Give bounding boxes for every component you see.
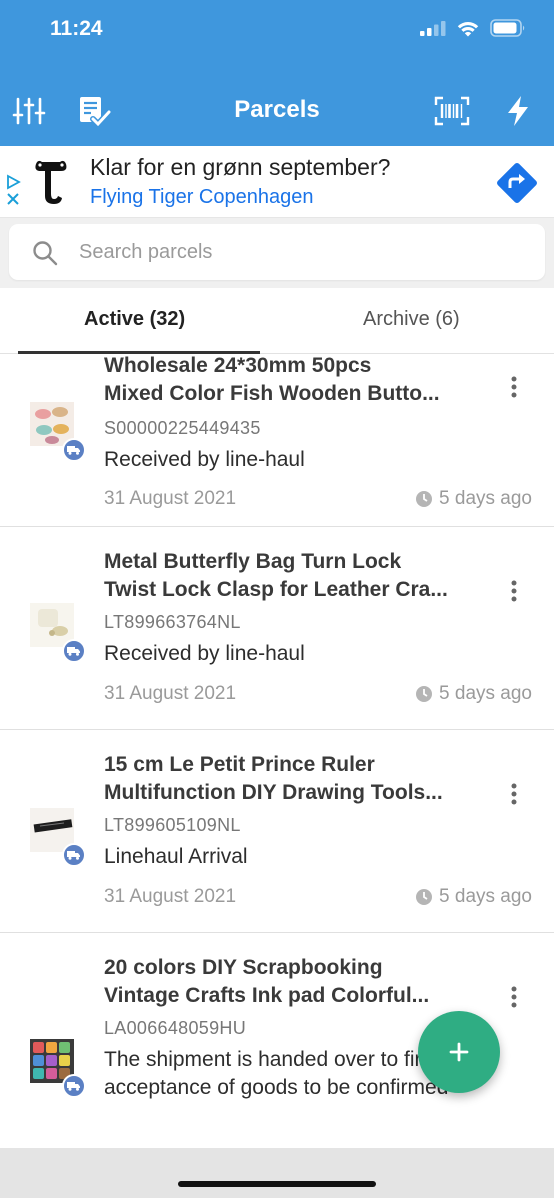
ad-play-icon[interactable] xyxy=(5,174,21,190)
parcel-status: Received by line-haul xyxy=(104,448,305,471)
parcel-date: 31 August 2021 xyxy=(104,886,237,907)
truck-status-icon xyxy=(62,1074,86,1098)
clock-icon xyxy=(416,491,433,507)
parcel-status: Linehaul Arrival xyxy=(104,845,248,868)
parcel-date: 31 August 2021 xyxy=(104,683,237,704)
barcode-scan-icon[interactable] xyxy=(434,93,470,129)
parcel-title-line2: Vintage Crafts Ink pad Colorful... xyxy=(104,984,430,1007)
parcel-title-line2: Multifunction DIY Drawing Tools... xyxy=(104,781,443,804)
truck-status-icon xyxy=(62,639,86,663)
ad-headline[interactable]: Klar for en grønn september? xyxy=(90,154,390,181)
directions-icon[interactable] xyxy=(492,158,542,208)
tab-archive[interactable]: Archive (6) xyxy=(363,308,460,331)
parcel-updated: 5 days ago xyxy=(415,488,532,510)
parcel-ago: 5 days ago xyxy=(439,683,532,704)
parcel-date: 31 August 2021 xyxy=(104,488,237,509)
search-box[interactable] xyxy=(9,224,545,280)
lightning-icon[interactable] xyxy=(500,93,536,129)
clock-icon xyxy=(416,889,433,905)
status-icons xyxy=(420,19,526,37)
more-options-icon[interactable] xyxy=(504,372,524,402)
parcel-updated: 5 days ago xyxy=(415,683,532,705)
tab-active[interactable]: Active (32) xyxy=(84,308,185,331)
search-icon xyxy=(31,239,59,267)
home-indicator[interactable] xyxy=(178,1181,376,1187)
parcel-status: Received by line-haul xyxy=(104,642,305,665)
advertiser-logo xyxy=(28,156,76,208)
parcel-item[interactable]: Wholesale 24*30mm 50pcs Mixed Color Fish… xyxy=(0,354,554,527)
ad-choices[interactable] xyxy=(3,174,23,207)
ad-banner[interactable]: Klar for en grønn september? Flying Tige… xyxy=(0,146,554,218)
tracking-number: LT899663764NL xyxy=(104,612,241,632)
parcel-updated: 5 days ago xyxy=(415,886,532,908)
status-time: 11:24 xyxy=(50,17,103,40)
ad-close-icon[interactable] xyxy=(5,191,21,207)
parcel-title-line2: Twist Lock Clasp for Leather Cra... xyxy=(104,578,448,601)
parcel-title-line1: Wholesale 24*30mm 50pcs xyxy=(104,354,372,377)
tracking-number: S00000225449435 xyxy=(104,418,261,438)
clock-icon xyxy=(416,686,433,702)
home-indicator-area xyxy=(0,1148,554,1198)
more-options-icon[interactable] xyxy=(504,982,524,1012)
app-header: 11:24 Parcels xyxy=(0,0,554,146)
wifi-icon xyxy=(457,22,479,37)
search-bar xyxy=(0,218,554,288)
parcel-ago: 5 days ago xyxy=(439,886,532,907)
parcel-ago: 5 days ago xyxy=(439,488,532,509)
tab-bar: Active (32) Archive (6) xyxy=(0,288,554,354)
parcel-title-line1: 20 colors DIY Scrapbooking xyxy=(104,956,383,979)
plus-icon xyxy=(449,1042,469,1062)
parcel-title: 20 colors DIY Scrapbooking Vintage Craft… xyxy=(104,954,492,1010)
parcel-title: Wholesale 24*30mm 50pcs Mixed Color Fish… xyxy=(104,354,492,408)
parcel-title-line1: Metal Butterfly Bag Turn Lock xyxy=(104,550,402,573)
page-title: Parcels xyxy=(234,96,320,123)
tracking-number: LT899605109NL xyxy=(104,815,241,835)
parcel-title-line2: Mixed Color Fish Wooden Butto... xyxy=(104,382,440,405)
parcel-item[interactable]: 15 cm Le Petit Prince Ruler Multifunctio… xyxy=(0,730,554,933)
parcel-title: Metal Butterfly Bag Turn Lock Twist Lock… xyxy=(104,548,492,604)
tracking-number: LA006648059HU xyxy=(104,1018,247,1038)
parcel-item[interactable]: Metal Butterfly Bag Turn Lock Twist Lock… xyxy=(0,527,554,730)
truck-status-icon xyxy=(62,438,86,462)
battery-icon xyxy=(490,19,525,37)
parcel-title-line1: 15 cm Le Petit Prince Ruler xyxy=(104,753,375,776)
more-options-icon[interactable] xyxy=(504,779,524,809)
signal-icon xyxy=(420,21,446,36)
ad-advertiser[interactable]: Flying Tiger Copenhagen xyxy=(90,186,313,209)
truck-status-icon xyxy=(62,843,86,867)
parcel-title: 15 cm Le Petit Prince Ruler Multifunctio… xyxy=(104,751,492,807)
more-options-icon[interactable] xyxy=(504,576,524,606)
search-input[interactable] xyxy=(79,234,519,270)
add-parcel-button[interactable] xyxy=(418,1011,500,1093)
